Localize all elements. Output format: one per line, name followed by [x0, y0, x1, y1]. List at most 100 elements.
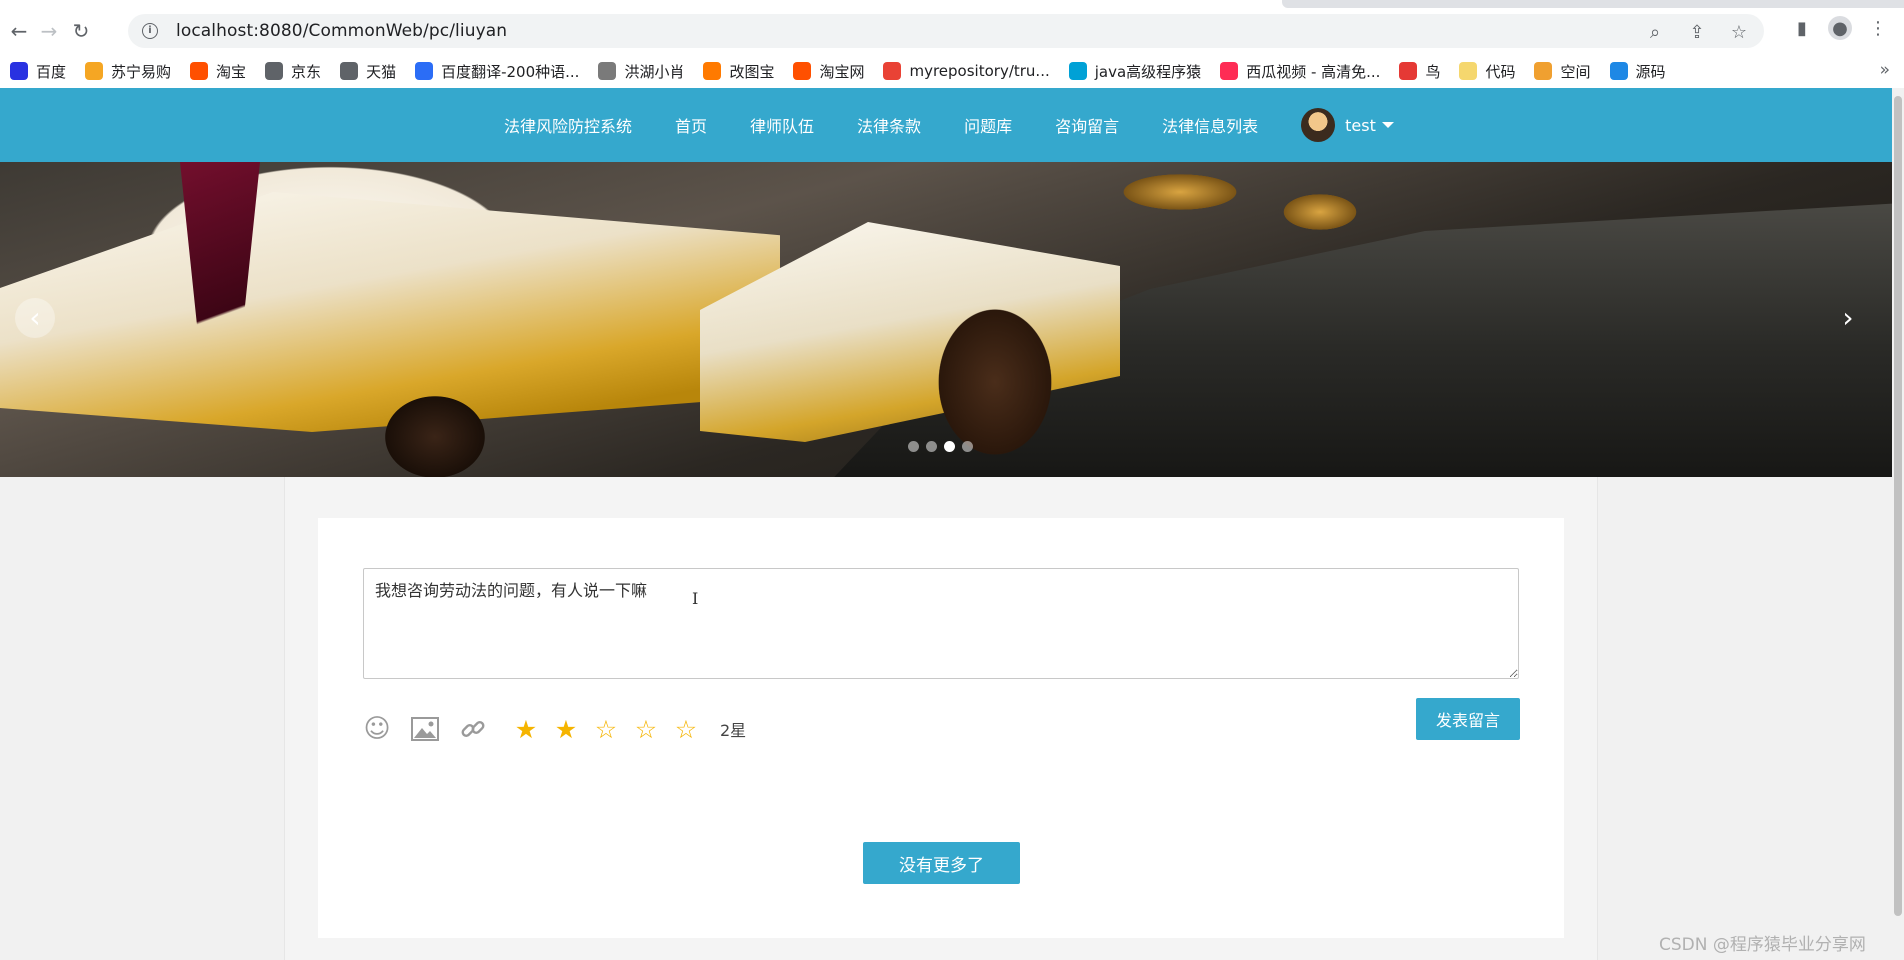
tab-edge [1282, 0, 1904, 8]
star-empty-icon[interactable]: ☆ [626, 715, 666, 744]
nav-link-law-articles[interactable]: 法律条款 [857, 113, 921, 137]
bookmark-item[interactable]: myrepository/tru... [883, 62, 1050, 80]
carousel-indicators [908, 441, 973, 452]
carousel-dot[interactable] [908, 441, 919, 452]
star-empty-icon[interactable]: ☆ [586, 715, 626, 744]
bookmark-item[interactable]: 空间 [1534, 61, 1591, 82]
nav-link-legal-info[interactable]: 法律信息列表 [1162, 113, 1258, 137]
no-more-button[interactable]: 没有更多了 [863, 842, 1020, 884]
bookmark-label: 天猫 [366, 62, 397, 81]
bookmark-label: 空间 [1560, 62, 1591, 81]
star-filled-icon[interactable]: ★ [546, 715, 586, 744]
bookmark-item[interactable]: 洪湖小肖 [598, 61, 684, 82]
caret-down-icon [1381, 122, 1394, 128]
bookmark-favicon-icon [1609, 62, 1628, 80]
bookmark-label: 源码 [1635, 62, 1666, 81]
address-bar[interactable]: i localhost:8080/CommonWeb/pc/liuyan ⌕ ⇪… [128, 14, 1764, 48]
browser-chrome: ← → ↻ i localhost:8080/CommonWeb/pc/liuy… [0, 0, 1904, 88]
carousel-dot[interactable] [962, 441, 973, 452]
user-menu[interactable]: test [1301, 108, 1394, 142]
address-row: ← → ↻ i localhost:8080/CommonWeb/pc/liuy… [0, 8, 1904, 52]
bookmark-item[interactable]: 源码 [1609, 61, 1666, 82]
back-icon[interactable]: ← [6, 18, 32, 44]
tab-strip [0, 0, 1904, 8]
bookmark-favicon-icon [415, 62, 434, 80]
carousel-next-button[interactable]: › [1828, 298, 1868, 338]
bookmark-label: 改图宝 [729, 62, 775, 81]
carousel-prev-button[interactable]: ‹ [15, 298, 55, 338]
carousel-dot[interactable] [944, 441, 955, 452]
share-icon[interactable]: ⇪ [1686, 21, 1708, 43]
bookmark-item[interactable]: 苏宁易购 [85, 61, 171, 82]
nav-link-lawyers[interactable]: 律师队伍 [750, 113, 814, 137]
banner-inkpot [380, 392, 490, 477]
bookmarks-bar: 百度 苏宁易购 淘宝 京东 天猫 百度翻译-200种语... 洪湖小肖 改图宝 淘宝网 myrep… [0, 54, 1904, 88]
bookmark-favicon-icon [598, 62, 617, 80]
bookmark-favicon-icon [1220, 62, 1239, 80]
bookmark-label: 代码 [1485, 62, 1516, 81]
forward-icon[interactable]: → [36, 18, 62, 44]
nav-links: 法律风险防控系统 首页 律师队伍 法律条款 问题库 咨询留言 法律信息列表 te… [504, 88, 1394, 162]
username: test [1345, 115, 1376, 135]
bookmark-favicon-icon [10, 62, 28, 80]
bookmark-label: myrepository/tru... [909, 62, 1050, 80]
banner-scale [1120, 162, 1380, 252]
bookmark-item[interactable]: 淘宝网 [793, 61, 864, 82]
page-scrollbar[interactable] [1892, 88, 1904, 960]
scrollbar-thumb[interactable] [1894, 96, 1902, 916]
bookmark-favicon-icon [883, 62, 902, 80]
star-rating[interactable]: ★ ★ ☆ ☆ ☆ [506, 715, 706, 744]
bookmark-star-icon[interactable]: ☆ [1728, 21, 1750, 43]
site-navbar: 法律风险防控系统 首页 律师队伍 法律条款 问题库 咨询留言 法律信息列表 te… [0, 88, 1892, 162]
nav-link-consult-message[interactable]: 咨询留言 [1055, 113, 1119, 137]
bookmark-item[interactable]: java高级程序猿 [1068, 61, 1202, 82]
bookmark-item[interactable]: 百度翻译-200种语... [415, 61, 579, 82]
url-text[interactable]: localhost:8080/CommonWeb/pc/liuyan [176, 21, 507, 41]
reload-icon[interactable]: ↻ [68, 18, 94, 44]
bookmark-label: 西瓜视频 - 高清免... [1246, 62, 1381, 81]
bookmark-item[interactable]: 改图宝 [703, 61, 774, 82]
nav-link-brand[interactable]: 法律风险防控系统 [504, 113, 632, 137]
bookmark-favicon-icon [793, 62, 812, 80]
bookmark-item[interactable]: 淘宝 [190, 61, 246, 82]
bookmark-item[interactable]: 代码 [1459, 61, 1515, 82]
bookmark-label: 鸟 [1425, 62, 1441, 81]
bookmark-favicon-icon [1534, 62, 1553, 80]
bookmark-favicon-icon [265, 62, 284, 80]
text-cursor-icon: I [692, 589, 699, 608]
bookmark-favicon-icon [85, 62, 104, 80]
bookmark-favicon-icon [703, 62, 722, 80]
side-panel-icon[interactable]: ▮ [1790, 16, 1814, 40]
profile-icon[interactable]: ● [1828, 16, 1852, 40]
star-empty-icon[interactable]: ☆ [666, 715, 706, 744]
bookmark-item[interactable]: 京东 [265, 61, 321, 82]
bookmark-item[interactable]: 西瓜视频 - 高清免... [1220, 61, 1380, 82]
bookmark-label: 百度 [36, 62, 67, 81]
user-avatar [1301, 108, 1336, 142]
bookmark-item[interactable]: 鸟 [1399, 61, 1440, 82]
bookmark-label: 淘宝 [216, 62, 247, 81]
bookmark-favicon-icon [1459, 62, 1478, 80]
site-info-icon[interactable]: i [142, 23, 158, 39]
bookmark-favicon-icon [1399, 62, 1418, 80]
bookmark-favicon-icon [1068, 62, 1087, 80]
nav-link-question-bank[interactable]: 问题库 [964, 113, 1012, 137]
bookmark-item[interactable]: 天猫 [340, 61, 396, 82]
link-icon[interactable] [458, 714, 488, 744]
bookmark-label: java高级程序猿 [1094, 62, 1202, 81]
bookmarks-more-icon[interactable]: » [1880, 60, 1890, 80]
image-icon[interactable] [410, 714, 440, 744]
bookmark-label: 百度翻译-200种语... [441, 62, 580, 81]
emoji-icon[interactable]: ☺ [362, 714, 392, 744]
bookmark-label: 洪湖小肖 [624, 62, 685, 81]
carousel-dot[interactable] [926, 441, 937, 452]
bookmark-label: 淘宝网 [819, 62, 865, 81]
menu-icon[interactable]: ⋮ [1866, 16, 1890, 40]
message-textarea[interactable] [363, 568, 1519, 679]
zoom-icon[interactable]: ⌕ [1644, 21, 1666, 43]
post-message-button[interactable]: 发表留言 [1416, 698, 1520, 740]
nav-link-home[interactable]: 首页 [675, 113, 707, 137]
star-filled-icon[interactable]: ★ [506, 715, 546, 744]
bookmark-label: 苏宁易购 [111, 62, 172, 81]
bookmark-item[interactable]: 百度 [10, 61, 66, 82]
